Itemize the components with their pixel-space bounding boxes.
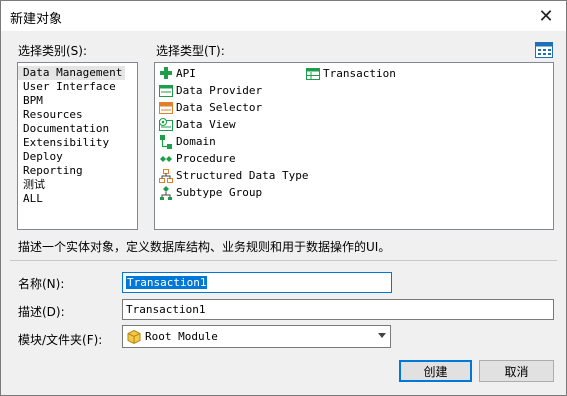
category-item[interactable]: Data Management xyxy=(18,66,126,80)
type-item-data-view[interactable]: Data View xyxy=(158,116,236,133)
type-item-api[interactable]: API xyxy=(158,65,196,82)
module-folder-value: Root Module xyxy=(145,330,218,343)
dialog-title: 新建对象 xyxy=(10,12,63,27)
type-item-procedure[interactable]: Procedure xyxy=(158,150,236,167)
new-object-dialog: 新建对象 ✕ 选择类别(S): 选择类型(T): Data Management… xyxy=(0,0,567,396)
category-item[interactable]: 测试 xyxy=(18,178,137,192)
subtype-group-icon xyxy=(160,185,172,200)
type-item-label: Structured Data Type xyxy=(176,169,309,182)
data-provider-icon xyxy=(159,84,173,97)
type-item-label: Procedure xyxy=(176,152,236,165)
data-selector-icon xyxy=(159,101,173,114)
description-input-value: Transaction1 xyxy=(126,303,206,316)
name-input-value: Transaction1 xyxy=(126,276,208,289)
chevron-down-icon[interactable] xyxy=(378,333,386,338)
module-folder-label: 模块/文件夹(F): xyxy=(18,333,103,347)
category-item[interactable]: Documentation xyxy=(18,122,137,136)
type-item-label: Domain xyxy=(176,135,216,148)
grid-view-icon[interactable] xyxy=(535,42,553,58)
data-view-icon xyxy=(159,117,173,131)
cancel-button[interactable]: 取消 xyxy=(479,360,554,382)
type-label: 选择类型(T): xyxy=(156,44,225,58)
title-bar: 新建对象 ✕ xyxy=(1,1,566,31)
category-item[interactable]: Deploy xyxy=(18,150,137,164)
domain-icon xyxy=(160,134,172,149)
transaction-icon xyxy=(306,67,320,80)
procedure-icon xyxy=(160,155,172,162)
type-list[interactable]: API Data Provider Data Selector Data Vie… xyxy=(154,62,554,230)
type-item-label: Data Provider xyxy=(176,84,263,97)
category-item[interactable]: User Interface xyxy=(18,80,137,94)
close-icon: ✕ xyxy=(538,5,554,27)
description-label: 描述(D): xyxy=(18,305,65,319)
type-item-subtype-group[interactable]: Subtype Group xyxy=(158,184,262,201)
type-item-label: API xyxy=(176,67,196,80)
type-item-label: Subtype Group xyxy=(176,186,263,199)
type-item-data-provider[interactable]: Data Provider xyxy=(158,82,262,99)
category-item[interactable]: BPM xyxy=(18,94,137,108)
description-input[interactable]: Transaction1 xyxy=(122,299,554,320)
api-icon xyxy=(160,66,172,79)
name-label: 名称(N): xyxy=(18,277,65,291)
module-folder-select[interactable]: Root Module xyxy=(122,325,391,348)
type-item-structured-data-type[interactable]: Structured Data Type xyxy=(158,167,308,184)
type-item-label: Data Selector xyxy=(176,101,263,114)
type-item-label: Transaction xyxy=(323,67,396,80)
category-list[interactable]: Data Management User Interface BPM Resou… xyxy=(17,62,138,230)
type-item-data-selector[interactable]: Data Selector xyxy=(158,99,262,116)
type-item-domain[interactable]: Domain xyxy=(158,133,216,150)
type-item-transaction[interactable]: Transaction xyxy=(305,65,396,82)
module-cube-icon xyxy=(127,329,141,344)
name-input[interactable]: Transaction1 xyxy=(122,272,392,293)
type-item-label: Data View xyxy=(176,118,236,131)
type-description: 描述一个实体对象，定义数据库结构、业务规则和用于数据操作的UI。 xyxy=(18,240,391,254)
category-item[interactable]: Extensibility xyxy=(18,136,137,150)
category-item[interactable]: ALL xyxy=(18,192,137,206)
create-button[interactable]: 创建 xyxy=(399,360,472,382)
category-item[interactable]: Resources xyxy=(18,108,137,122)
category-item[interactable]: Reporting xyxy=(18,164,137,178)
category-label: 选择类别(S): xyxy=(18,44,88,58)
divider xyxy=(10,260,557,261)
structured-data-type-icon xyxy=(159,168,173,183)
close-button[interactable]: ✕ xyxy=(526,1,566,31)
